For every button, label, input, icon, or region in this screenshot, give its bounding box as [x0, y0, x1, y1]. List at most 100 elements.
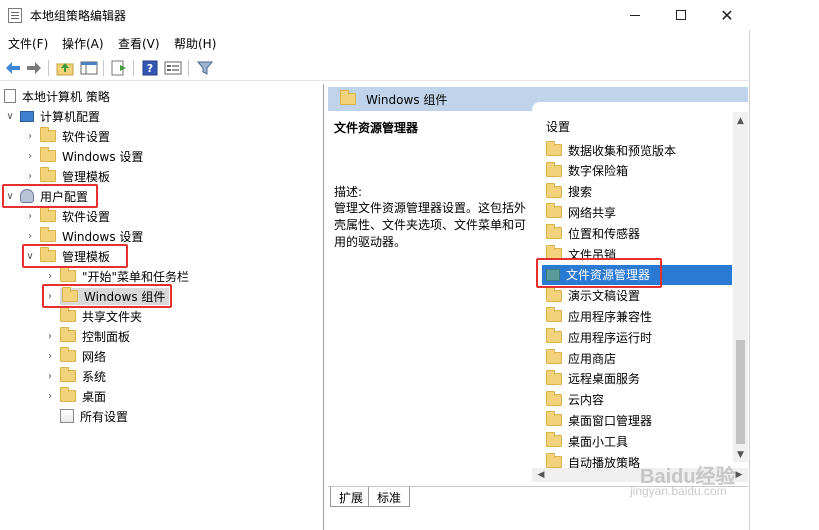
- toolbar: ?: [0, 55, 750, 81]
- tree-item-cc-admin[interactable]: › 管理模板: [24, 166, 110, 186]
- folder-icon: [546, 328, 562, 344]
- list-item[interactable]: 应用程序运行时: [542, 327, 732, 347]
- folder-icon: [546, 411, 562, 427]
- tree-item-all-settings[interactable]: 所有设置: [44, 406, 128, 426]
- tree-item-start-menu[interactable]: › "开始"菜单和任务栏: [44, 266, 189, 286]
- folder-icon: [546, 224, 562, 240]
- menu-view[interactable]: 查看(V): [118, 35, 160, 52]
- list-item[interactable]: 数字保险箱: [542, 161, 732, 181]
- tree-item-label: 系统: [82, 369, 107, 384]
- tree-item-label: 本地计算机 策略: [22, 89, 110, 104]
- tree-item-cc-software[interactable]: › 软件设置: [24, 126, 110, 146]
- properties-icon: [164, 61, 182, 75]
- scroll-left-icon[interactable]: ◀: [534, 468, 548, 482]
- svg-text:?: ?: [147, 62, 153, 75]
- filter-button[interactable]: [195, 58, 215, 78]
- tree-item-cc-windows[interactable]: › Windows 设置: [24, 146, 143, 166]
- description-title: 文件资源管理器: [334, 121, 419, 135]
- menu-file[interactable]: 文件(F): [8, 35, 48, 52]
- tree-item-root[interactable]: 本地计算机 策略: [4, 86, 110, 106]
- folder-icon: [546, 390, 562, 406]
- help-button[interactable]: ?: [140, 58, 160, 78]
- list-item[interactable]: 网络共享: [542, 202, 732, 222]
- folder-icon: [40, 147, 56, 162]
- minimize-button[interactable]: [612, 0, 658, 30]
- tree-item-control-panel[interactable]: › 控制面板: [44, 326, 130, 346]
- tree-item-system[interactable]: › 系统: [44, 366, 106, 386]
- toolbar-separator: [188, 60, 189, 76]
- list-item[interactable]: 云内容: [542, 390, 732, 410]
- list-item-label: 云内容: [568, 393, 605, 408]
- tree-item-label: 控制面板: [82, 329, 131, 344]
- title-bar: 本地组策略编辑器 ✕: [0, 0, 750, 30]
- chevron-right-icon[interactable]: ›: [24, 131, 36, 142]
- list-item[interactable]: 位置和传感器: [542, 223, 732, 243]
- tree-item-shared-folders[interactable]: 共享文件夹: [44, 306, 142, 326]
- tree-item-computer-config[interactable]: ∨ 计算机配置: [4, 106, 100, 126]
- column-header-setting[interactable]: 设置: [546, 118, 570, 135]
- list-item-label: 数据收集和预览版本: [568, 143, 677, 158]
- scroll-thumb[interactable]: [736, 340, 745, 444]
- menu-action[interactable]: 操作(A): [62, 35, 104, 52]
- chevron-right-icon[interactable]: ›: [44, 331, 56, 342]
- back-button[interactable]: [3, 58, 23, 78]
- maximize-button[interactable]: [658, 0, 704, 30]
- export-list-button[interactable]: [109, 58, 129, 78]
- gpedit-window: 本地组策略编辑器 ✕ 文件(F) 操作(A) 查看(V) 帮助(H) ? 本地计…: [0, 0, 750, 530]
- list-item[interactable]: 桌面窗口管理器: [542, 410, 732, 430]
- tree-item-label: 管理模板: [62, 169, 111, 184]
- tree-item-label: 软件设置: [62, 129, 111, 144]
- chevron-right-icon[interactable]: ›: [24, 151, 36, 162]
- list-item[interactable]: 搜索: [542, 182, 732, 202]
- tree-item-uc-windows[interactable]: › Windows 设置: [24, 226, 143, 246]
- chevron-right-icon[interactable]: ›: [44, 271, 56, 282]
- policy-editor-icon: [8, 8, 22, 23]
- tab-standard[interactable]: 标准: [368, 487, 411, 507]
- annotation-box-windows-components: [42, 284, 172, 308]
- tab-extended[interactable]: 扩展: [330, 487, 373, 507]
- chevron-right-icon[interactable]: ›: [24, 231, 36, 242]
- up-folder-icon: [56, 63, 74, 76]
- list-item-label: 网络共享: [568, 205, 617, 220]
- annotation-box-admin-templates: [22, 244, 128, 268]
- close-button[interactable]: ✕: [704, 0, 750, 30]
- tree-item-label: Windows 设置: [62, 149, 144, 164]
- show-hide-tree-button[interactable]: [79, 58, 99, 78]
- list-item[interactable]: 应用程序兼容性: [542, 306, 732, 326]
- vertical-scrollbar[interactable]: ▲ ▼: [733, 112, 748, 462]
- tree-item-label: 软件设置: [62, 209, 111, 224]
- scroll-up-icon[interactable]: ▲: [733, 114, 748, 128]
- list-item-label: 演示文稿设置: [568, 289, 641, 304]
- list-item-label: 数字保险箱: [568, 164, 629, 179]
- toolbar-separator: [48, 60, 49, 76]
- export-list-icon: [111, 60, 126, 76]
- show-hide-tree-icon: [80, 61, 98, 75]
- tree-item-uc-software[interactable]: › 软件设置: [24, 206, 110, 226]
- chevron-right-icon[interactable]: ›: [24, 211, 36, 222]
- list-item-label: 远程桌面服务: [568, 372, 641, 387]
- properties-button[interactable]: [163, 58, 183, 78]
- folder-icon: [546, 286, 562, 302]
- chevron-down-icon[interactable]: ∨: [4, 111, 16, 122]
- chevron-right-icon[interactable]: ›: [44, 351, 56, 362]
- menu-help[interactable]: 帮助(H): [174, 35, 216, 52]
- list-item[interactable]: 应用商店: [542, 348, 732, 368]
- forward-button[interactable]: [24, 58, 44, 78]
- folder-icon: [546, 349, 562, 364]
- tree-item-desktop[interactable]: › 桌面: [44, 386, 106, 406]
- chevron-right-icon[interactable]: ›: [44, 371, 56, 382]
- list-item-label: 桌面窗口管理器: [568, 413, 653, 428]
- folder-icon: [40, 227, 56, 242]
- list-item[interactable]: 远程桌面服务: [542, 369, 732, 389]
- list-item[interactable]: 桌面小工具: [542, 431, 732, 451]
- list-item[interactable]: 演示文稿设置: [542, 286, 732, 306]
- maximize-icon: [676, 10, 686, 20]
- all-settings-icon: [60, 409, 74, 423]
- baidu-watermark-url: jingyan.baidu.com: [630, 484, 727, 498]
- list-item[interactable]: 数据收集和预览版本: [542, 140, 732, 160]
- up-level-button[interactable]: [55, 58, 75, 78]
- list-item-label: 应用程序兼容性: [568, 309, 653, 324]
- chevron-right-icon[interactable]: ›: [24, 171, 36, 182]
- chevron-right-icon[interactable]: ›: [44, 391, 56, 402]
- tree-item-network[interactable]: › 网络: [44, 346, 106, 366]
